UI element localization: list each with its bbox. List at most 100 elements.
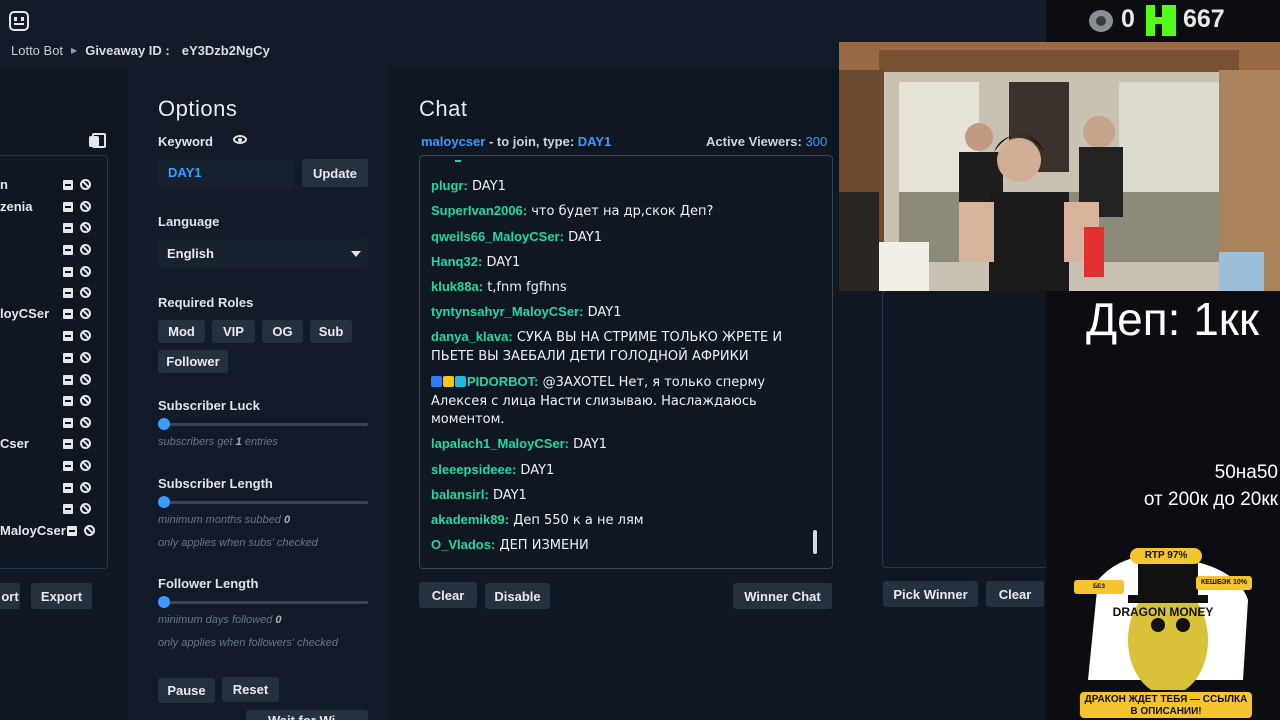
chat-username[interactable]: SuperIvan2006:	[431, 203, 527, 218]
remove-entry-icon[interactable]	[63, 331, 73, 341]
ban-icon[interactable]	[80, 179, 91, 190]
ban-icon[interactable]	[80, 417, 91, 428]
remove-entry-icon[interactable]	[63, 461, 73, 471]
reset-button[interactable]: Reset	[222, 677, 279, 702]
bet-overlay-line2: от 200к до 20кк	[1143, 489, 1278, 510]
promo-brand: DRAGON MONEY	[1112, 605, 1214, 619]
subscriber-length-slider[interactable]	[158, 501, 368, 504]
export-button[interactable]: Export	[31, 583, 92, 609]
language-select[interactable]: English	[158, 239, 368, 268]
promo-cta[interactable]: ДРАКОН ЖДЕТ ТЕБЯ — ССЫЛКА В ОПИСАНИИ!	[1078, 690, 1254, 720]
pick-winner-button[interactable]: Pick Winner	[883, 581, 978, 607]
remove-entry-icon[interactable]	[63, 202, 73, 212]
import-button[interactable]: ort	[0, 583, 20, 609]
follower-length-knob[interactable]	[158, 596, 170, 608]
chat-clear-button[interactable]: Clear	[419, 582, 477, 608]
giveaway-id-label: Giveaway ID :	[85, 43, 170, 58]
promo-banner[interactable]: RTP 97% БЕЗ ВЕРИФИКАЦИИ КЕШБЭК 10% DRAGO…	[1068, 540, 1258, 720]
ban-icon[interactable]	[80, 222, 91, 233]
remove-entry-icon[interactable]	[63, 396, 73, 406]
ban-icon[interactable]	[80, 201, 91, 212]
ban-icon[interactable]	[80, 244, 91, 255]
ban-icon[interactable]	[80, 266, 91, 277]
entrant-row	[0, 370, 108, 390]
ban-icon[interactable]	[80, 308, 91, 319]
kick-follower-count: 667	[1183, 5, 1225, 33]
role-vip-button[interactable]: VIP	[212, 320, 255, 343]
remove-entry-icon[interactable]	[63, 439, 73, 449]
kick-logo-icon	[1146, 5, 1176, 36]
remove-entry-icon[interactable]	[63, 288, 73, 298]
copy-icon[interactable]	[89, 133, 106, 148]
chat-username[interactable]: tyntynsahyr_MaloyCSer:	[431, 304, 583, 319]
chat-scrollbar[interactable]	[813, 530, 817, 554]
bot-logo-icon[interactable]	[9, 11, 29, 31]
remove-entry-icon[interactable]	[63, 483, 73, 493]
follower-length-slider[interactable]	[158, 601, 368, 604]
remove-entry-icon[interactable]	[63, 418, 73, 428]
ban-icon[interactable]	[80, 482, 91, 493]
pause-button[interactable]: Pause	[158, 678, 215, 703]
winner-clear-button[interactable]: Clear	[986, 581, 1044, 607]
chat-username[interactable]: lapalach1_MaloyCSer:	[431, 436, 569, 451]
ban-icon[interactable]	[80, 503, 91, 514]
ban-icon[interactable]	[80, 460, 91, 471]
remove-entry-icon[interactable]	[63, 245, 73, 255]
role-follower-button[interactable]: Follower	[158, 350, 228, 373]
breadcrumb-app[interactable]: Lotto Bot	[11, 43, 63, 58]
ban-icon[interactable]	[80, 330, 91, 341]
chat-username[interactable]: kluk88a:	[431, 279, 483, 294]
subscriber-luck-knob[interactable]	[158, 418, 170, 430]
chat-username[interactable]: akademik89:	[431, 512, 509, 527]
ban-icon[interactable]	[80, 395, 91, 406]
keyword-input[interactable]: DAY1	[158, 159, 294, 187]
chat-username[interactable]: O_Vlados:	[431, 537, 495, 552]
chat-username[interactable]: plugr:	[431, 178, 468, 193]
chat-username[interactable]: balansirl:	[431, 487, 489, 502]
chat-message: akademik89: Деп 550 к а не лям	[431, 512, 644, 528]
remove-entry-icon[interactable]	[67, 526, 77, 536]
remove-entry-icon[interactable]	[63, 375, 73, 385]
role-mod-button[interactable]: Mod	[158, 320, 205, 343]
entrant-row: Cser	[0, 434, 108, 454]
chat-username[interactable]: PIDORBOT:	[467, 374, 539, 389]
remove-entry-icon[interactable]	[63, 504, 73, 514]
entrant-row	[0, 413, 108, 433]
chat-message: O_Vlados: ДЕП ИЗМЕНИ	[431, 537, 589, 553]
chat-username[interactable]: sleeepsideee:	[431, 462, 516, 477]
active-viewers-count: 300	[805, 134, 828, 149]
chat-username[interactable]: danya_klava:	[431, 329, 513, 344]
ban-icon[interactable]	[80, 287, 91, 298]
chat-title: Chat	[419, 96, 468, 121]
entrant-name: loyCSer	[0, 306, 50, 321]
remove-entry-icon[interactable]	[63, 353, 73, 363]
subscriber-luck-slider[interactable]	[158, 423, 368, 426]
wait-for-winner-button[interactable]: Wait for Wi...	[246, 710, 368, 720]
remove-entry-icon[interactable]	[63, 223, 73, 233]
ban-icon[interactable]	[80, 352, 91, 363]
entrant-row: zenia	[0, 197, 108, 217]
winner-chat-button[interactable]: Winner Chat	[733, 583, 832, 609]
ban-icon[interactable]	[80, 374, 91, 385]
chat-username[interactable]: Hanq32:	[431, 254, 482, 269]
chat-message: SuperIvan2006: что будет на др,скок Деп?	[431, 203, 714, 219]
import-label: ort	[1, 588, 19, 604]
remove-entry-icon[interactable]	[63, 309, 73, 319]
role-og-button[interactable]: OG	[262, 320, 303, 343]
entrant-row	[0, 218, 108, 238]
ban-icon[interactable]	[84, 525, 95, 536]
subscriber-length-knob[interactable]	[158, 496, 170, 508]
remove-entry-icon[interactable]	[63, 267, 73, 277]
update-button[interactable]: Update	[302, 159, 368, 187]
chat-disable-button[interactable]: Disable	[485, 583, 550, 609]
entrant-row	[0, 262, 108, 282]
chat-username[interactable]: qweils66_MaloyCSer:	[431, 229, 564, 244]
chat-channel[interactable]: maloycser	[421, 134, 485, 149]
eye-icon[interactable]	[233, 135, 247, 144]
crown-badge-icon	[443, 376, 454, 387]
options-title: Options	[158, 96, 238, 121]
remove-entry-icon[interactable]	[63, 180, 73, 190]
chevron-right-icon: ▶	[71, 46, 78, 55]
ban-icon[interactable]	[80, 438, 91, 449]
role-sub-button[interactable]: Sub	[310, 320, 352, 343]
